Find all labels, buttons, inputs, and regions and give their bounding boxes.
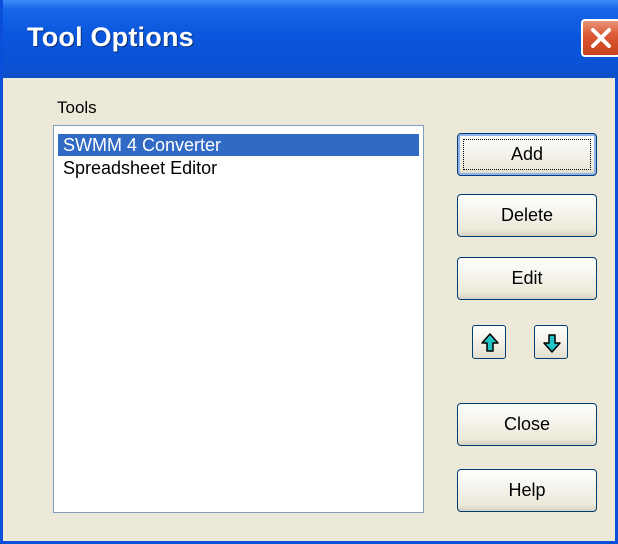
tools-label: Tools bbox=[57, 98, 97, 117]
move-up-button[interactable] bbox=[472, 325, 506, 359]
tools-listbox[interactable]: SWMM 4 Converter Spreadsheet Editor bbox=[53, 125, 424, 513]
close-button-label: Close bbox=[503, 414, 551, 434]
move-down-button[interactable] bbox=[534, 325, 568, 359]
help-button-label: Help bbox=[508, 480, 546, 500]
edit-button[interactable]: Edit bbox=[457, 257, 597, 300]
window-close-button[interactable] bbox=[581, 19, 618, 57]
tool-options-dialog: Tool Options Tools SWMM 4 Converter Spre… bbox=[0, 0, 618, 544]
list-item-swmm4-converter[interactable]: SWMM 4 Converter bbox=[58, 134, 419, 156]
list-item-spreadsheet-editor[interactable]: Spreadsheet Editor bbox=[58, 157, 419, 179]
arrow-up-icon bbox=[481, 333, 499, 352]
window-title: Tool Options bbox=[27, 22, 194, 52]
title-bar[interactable]: Tool Options bbox=[3, 0, 618, 78]
close-button[interactable]: Close bbox=[457, 403, 597, 446]
arrow-down-icon bbox=[543, 334, 561, 353]
help-button[interactable]: Help bbox=[457, 469, 597, 512]
delete-button[interactable]: Delete bbox=[457, 194, 597, 237]
delete-button-label: Delete bbox=[500, 205, 554, 225]
close-icon bbox=[591, 28, 611, 48]
edit-button-label: Edit bbox=[511, 268, 543, 288]
add-button[interactable]: Add bbox=[457, 133, 597, 176]
focus-rectangle bbox=[463, 139, 591, 170]
